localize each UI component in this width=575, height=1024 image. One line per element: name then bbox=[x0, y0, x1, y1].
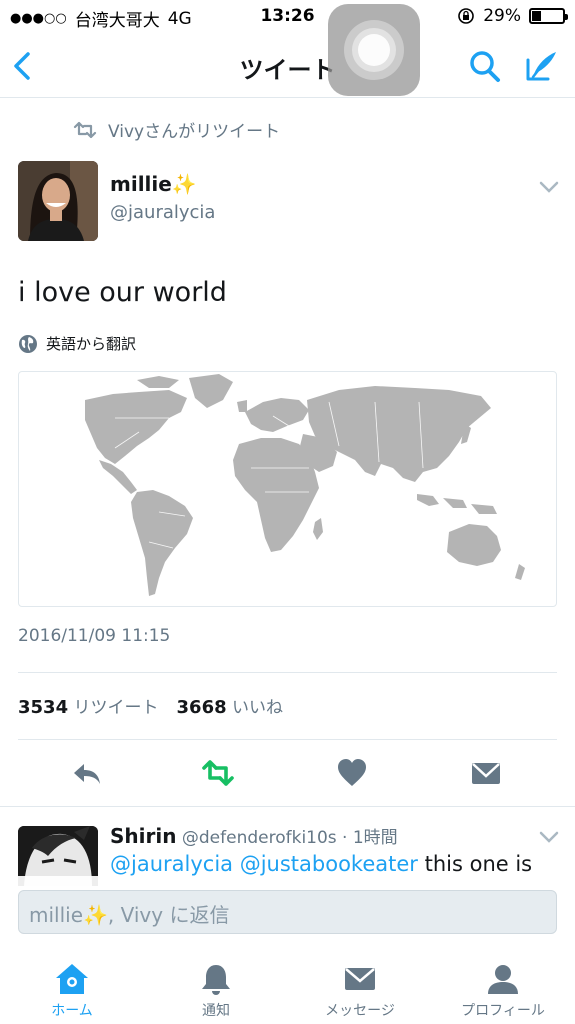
tweet-stats: 3534 リツイート 3668 いいね bbox=[18, 693, 283, 718]
avatar[interactable] bbox=[18, 161, 98, 241]
reply-input-placeholder: , Vivy に返信 bbox=[107, 903, 230, 927]
retweets-count: 3534 bbox=[18, 697, 69, 718]
retweets-label: リツイート bbox=[73, 698, 159, 718]
rotation-lock-icon bbox=[458, 8, 475, 24]
tweet-timestamp: 2016/11/09 11:15 bbox=[18, 626, 171, 646]
author-name[interactable]: millie✨ bbox=[110, 172, 215, 196]
divider bbox=[18, 739, 557, 740]
reply-author-name: Shirin bbox=[110, 824, 177, 848]
likes-label: いいね bbox=[232, 698, 284, 718]
direct-message-icon[interactable] bbox=[469, 756, 503, 790]
search-icon[interactable] bbox=[466, 46, 504, 86]
section-divider bbox=[0, 806, 575, 807]
person-icon bbox=[488, 965, 518, 994]
tab-home[interactable]: ホーム bbox=[12, 962, 132, 1020]
battery-icon bbox=[529, 8, 568, 24]
author-handle[interactable]: @jauralycia bbox=[110, 202, 215, 223]
tab-notifications[interactable]: 通知 bbox=[156, 962, 276, 1020]
reply-header[interactable]: Shirin @defenderofki10s · 1時間 bbox=[110, 823, 398, 848]
reply-input[interactable]: millie✨, Vivy に返信 bbox=[18, 890, 557, 934]
translate-label: 英語から翻訳 bbox=[46, 335, 137, 353]
tab-messages-label: メッセージ bbox=[325, 1003, 395, 1019]
tweet-author[interactable]: millie✨ @jauralycia bbox=[110, 172, 215, 223]
tab-messages[interactable]: メッセージ bbox=[300, 962, 420, 1020]
sparkles-emoji: ✨ bbox=[171, 172, 197, 196]
reply-body: this one is bbox=[417, 852, 533, 876]
tab-home-label: ホーム bbox=[51, 1003, 93, 1019]
reply-input-name: millie bbox=[29, 903, 84, 927]
retweet-context-label: Vivyさんがリツイート bbox=[108, 122, 281, 142]
tab-profile[interactable]: プロフィール bbox=[443, 962, 563, 1020]
envelope-icon bbox=[345, 968, 375, 990]
globe-icon bbox=[19, 334, 37, 353]
compose-icon[interactable] bbox=[522, 46, 560, 86]
chevron-down-icon[interactable] bbox=[538, 176, 560, 198]
assistive-touch-button[interactable] bbox=[328, 4, 420, 96]
world-map-image bbox=[85, 374, 525, 596]
sparkles-emoji: ✨ bbox=[83, 903, 108, 927]
retweet-context[interactable]: Vivyさんがリツイート bbox=[72, 117, 280, 142]
retweet-action-icon[interactable] bbox=[201, 756, 235, 790]
reply-icon[interactable] bbox=[70, 756, 104, 790]
status-bar: ●●●○○ 台湾大哥大 4G 13:26 29% bbox=[0, 0, 575, 34]
reply-handle-time: @defenderofki10s · 1時間 bbox=[181, 828, 398, 848]
mention-link[interactable]: @justabookeater bbox=[240, 852, 418, 876]
bell-icon bbox=[202, 965, 230, 995]
tweet-text: i love our world bbox=[18, 277, 227, 308]
navigation-bar: ツイート bbox=[0, 34, 575, 98]
battery-percent: 29% bbox=[483, 6, 521, 26]
retweets-stat[interactable]: 3534 リツイート bbox=[18, 693, 159, 718]
tab-bar: ホーム 通知 メッセージ プロフィール bbox=[0, 948, 575, 1024]
mention-link[interactable]: @jauralycia bbox=[110, 852, 233, 876]
tab-notifications-label: 通知 bbox=[202, 1003, 230, 1019]
divider bbox=[18, 672, 557, 673]
tab-profile-label: プロフィール bbox=[461, 1003, 545, 1019]
translate-link[interactable]: 英語から翻訳 bbox=[18, 333, 136, 354]
heart-icon[interactable] bbox=[335, 756, 369, 790]
retweet-icon bbox=[73, 121, 97, 138]
likes-count: 3668 bbox=[176, 697, 227, 718]
likes-stat[interactable]: 3668 いいね bbox=[177, 693, 284, 718]
home-icon bbox=[56, 964, 88, 994]
reply-text: @jauralycia @justabookeater this one is bbox=[110, 852, 550, 876]
chevron-down-icon[interactable] bbox=[538, 826, 560, 848]
tweet-media-world-map[interactable] bbox=[18, 371, 557, 607]
